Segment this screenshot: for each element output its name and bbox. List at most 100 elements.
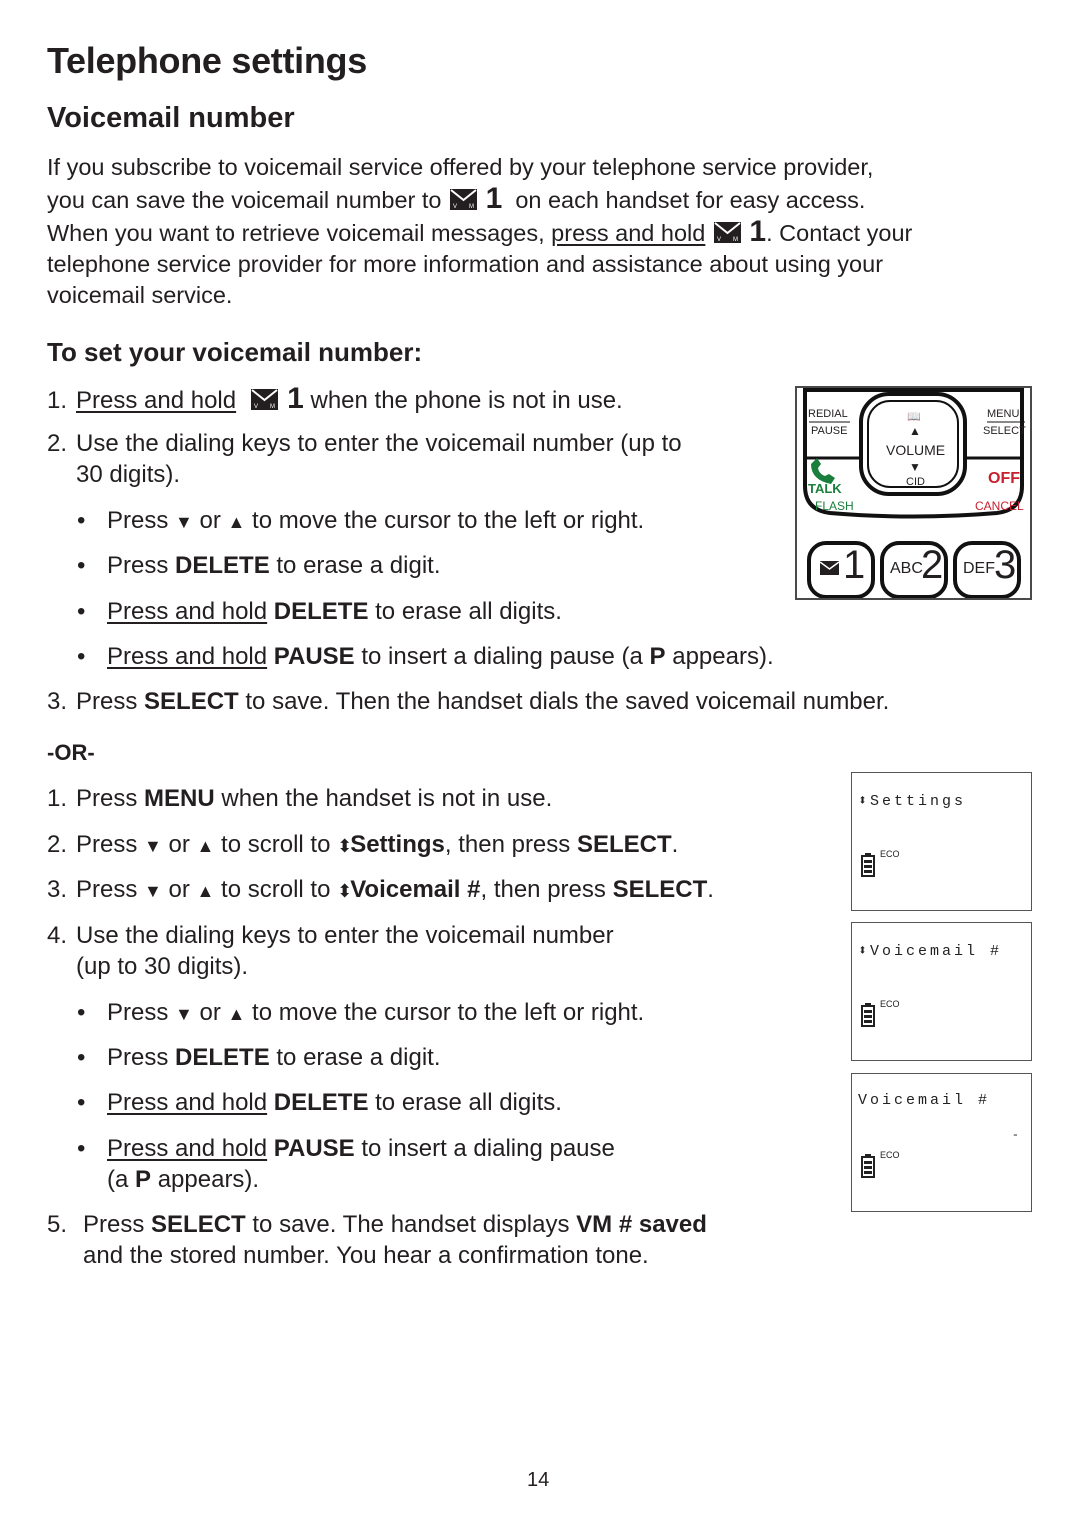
key-3-letters: DEF <box>963 560 995 577</box>
lcd-title: Voicemail # <box>858 1092 991 1109</box>
bullet-icon: • <box>77 643 86 670</box>
text: Press <box>107 507 169 534</box>
intro-paragraph: If you subscribe to voicemail service of… <box>47 152 1007 311</box>
bullet-icon: • <box>77 1089 86 1116</box>
eco-indicator: ECO <box>880 849 900 859</box>
text: to insert a dialing pause (a <box>361 643 643 670</box>
eco-indicator: ECO <box>880 999 900 1009</box>
method2-bullet: • Press and hold DELETE to erase all digi… <box>47 1089 562 1117</box>
key-name: DELETE <box>273 598 369 625</box>
battery-icon <box>861 1003 875 1027</box>
voicemail-key-icon: VM <box>713 222 741 243</box>
intro-line: When you want to retrieve voicemail mess… <box>47 216 1007 249</box>
text: or <box>168 831 190 858</box>
key-name: DELETE <box>175 552 270 579</box>
key-one-label: 1 <box>749 215 767 248</box>
handset-keypad-illustration: REDIAL PAUSE MENU SELECT 📖 ▲ VOLUME ▼ CI… <box>795 386 1032 600</box>
key-one-label: 1 <box>287 382 304 415</box>
method1-step1: 1. Press and hold VM 1 when the phone is … <box>47 382 623 416</box>
up-down-arrow-icon: ⬍ <box>337 836 352 856</box>
method1-step3: 3. Press SELECT to save. Then the handset… <box>47 688 889 716</box>
phonebook-icon: 📖 <box>907 411 921 423</box>
method1-step2-cont: 30 digits). <box>76 461 181 488</box>
bullet-icon: • <box>77 552 86 579</box>
press-and-hold-link: Press and hold <box>107 598 268 625</box>
text: to scroll to <box>221 831 331 858</box>
volume-down-icon: ▼ <box>909 460 921 474</box>
bullet-icon: • <box>77 1044 86 1071</box>
menu-name: Settings <box>350 831 445 858</box>
step-number: 5. <box>47 1211 68 1238</box>
text: , then press <box>480 876 606 903</box>
text: to move the cursor to the left or right. <box>252 999 645 1026</box>
eco-indicator: ECO <box>880 1150 900 1160</box>
step-number: 2. <box>47 831 68 858</box>
up-arrow-icon: ▲ <box>227 512 246 532</box>
text: to save. Then the handset dials the save… <box>245 688 890 715</box>
text: (a <box>107 1166 129 1193</box>
text: or <box>199 507 221 534</box>
key-2-digit: 2 <box>921 543 944 587</box>
bullet-icon: • <box>77 598 86 625</box>
select-label: SELECT <box>983 425 1026 437</box>
cancel-label: CANCEL <box>975 499 1024 513</box>
down-arrow-icon: ▼ <box>175 1004 193 1024</box>
key-name: DELETE <box>175 1044 270 1071</box>
text: appears). <box>157 1166 260 1193</box>
svg-text:V: V <box>254 404 258 410</box>
up-arrow-icon: ▲ <box>227 1004 246 1024</box>
step-number: 1. <box>47 785 68 812</box>
text: Press <box>107 999 169 1026</box>
section-title: Voicemail number <box>47 102 295 134</box>
method2-step5-cont: and the stored number. You hear a confir… <box>83 1242 649 1269</box>
step-number: 2. <box>47 430 68 457</box>
down-arrow-icon: ▼ <box>175 512 193 532</box>
key-3-digit: 3 <box>994 543 1017 587</box>
text: to move the cursor to the left or right. <box>252 507 645 534</box>
lcd-title: ⬍Voicemail # <box>858 943 1003 960</box>
voicemail-key-icon: VM <box>251 389 279 410</box>
method2-step5: 5. Press SELECT to save. The handset disp… <box>47 1211 707 1239</box>
lcd-title: ⬍Settings <box>858 793 967 810</box>
bullet-icon: • <box>77 999 86 1026</box>
method1-bullet: • Press ▼ or ▲ to move the cursor to the … <box>47 507 644 535</box>
press-and-hold-link: Press and hold <box>107 1135 268 1162</box>
step-text: Use the dialing keys to enter the voicem… <box>76 430 682 457</box>
method2-step2: 2. Press ▼ or ▲ to scroll to ⬍Settings, t… <box>47 831 678 859</box>
text: to erase a digit. <box>276 1044 441 1071</box>
page-number: 14 <box>527 1469 550 1491</box>
down-arrow-icon: ▼ <box>144 836 162 856</box>
step-number: 4. <box>47 922 68 949</box>
method2-bullet: • Press and hold PAUSE to insert a dialin… <box>47 1135 615 1163</box>
key-1-digit: 1 <box>843 543 866 587</box>
key-name: SELECT <box>151 1211 246 1238</box>
text: to save. The handset displays <box>252 1211 570 1238</box>
text: Press <box>76 785 138 812</box>
flash-label: FLASH <box>815 499 854 513</box>
page-title: Telephone settings <box>47 40 367 81</box>
or-separator: -OR- <box>47 740 95 765</box>
pause-label: PAUSE <box>811 425 848 437</box>
key-2-letters: ABC <box>890 560 923 577</box>
voicemail-key-icon: VM <box>450 189 478 210</box>
lcd-screen-voicemail-menu: ⬍Voicemail # ECO <box>851 922 1032 1061</box>
up-arrow-icon: ▲ <box>196 836 215 856</box>
intro-text: . Contact your <box>766 220 913 246</box>
display-message: VM # saved <box>576 1211 707 1238</box>
text: , then press <box>444 831 571 858</box>
method2-bullet-cont: (a P appears). <box>47 1166 259 1194</box>
press-and-hold-link: Press and hold <box>76 387 237 414</box>
svg-text:V: V <box>717 237 721 243</box>
key-name: P <box>649 643 666 670</box>
menu-name: Voicemail # <box>350 876 481 903</box>
text: Press <box>107 1044 169 1071</box>
intro-text: When you want to retrieve voicemail mess… <box>47 220 545 246</box>
text: when the handset is not in use. <box>221 785 553 812</box>
intro-line: voicemail service. <box>47 282 233 308</box>
press-and-hold-link: press and hold <box>551 220 706 246</box>
text: . <box>671 831 679 858</box>
intro-line: telephone service provider for more info… <box>47 251 884 277</box>
battery-icon <box>861 1154 875 1178</box>
text: or <box>168 876 190 903</box>
up-arrow-icon: ▲ <box>196 881 215 901</box>
